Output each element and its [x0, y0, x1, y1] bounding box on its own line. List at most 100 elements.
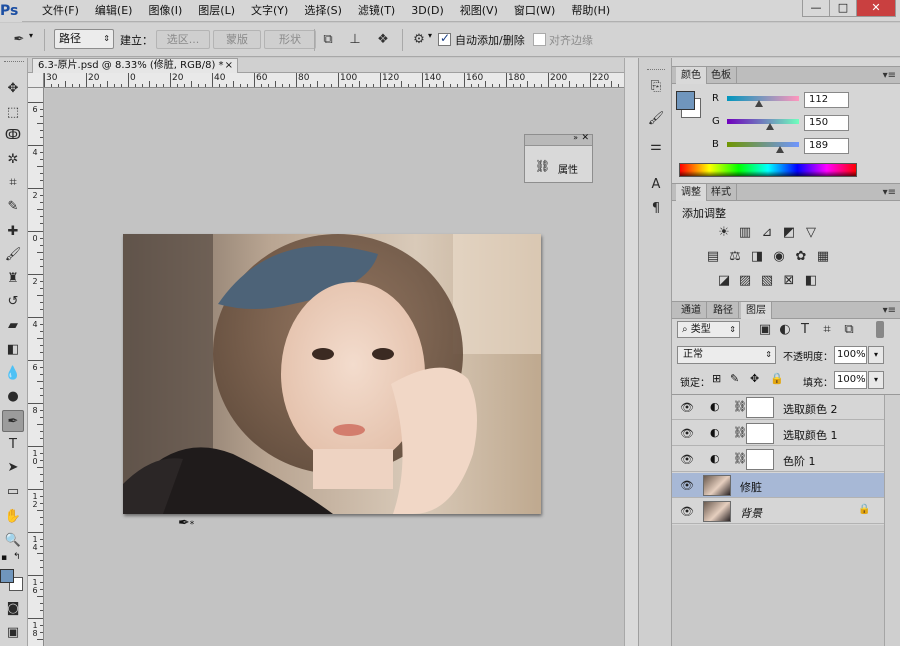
layer-mask-thumbnail[interactable] — [746, 397, 774, 418]
hand-tool-icon[interactable]: ✋ — [2, 506, 24, 528]
fill-input[interactable]: 100% — [834, 371, 867, 389]
vertical-ruler[interactable]: 6 4 2 0 2 4 6 8 10 12 14 16 18 — [28, 88, 44, 646]
paragraph-panel-icon[interactable]: ¶ — [647, 200, 665, 218]
layer-name[interactable]: 选取颜色 2 — [783, 401, 838, 417]
layer-name[interactable]: 选取颜色 1 — [783, 427, 838, 443]
eye-icon[interactable]: 👁 — [680, 453, 694, 466]
chain-link-icon[interactable]: ⛓ — [733, 426, 747, 439]
chevron-down-icon[interactable]: ▾ — [428, 31, 432, 40]
green-slider-track[interactable] — [727, 119, 799, 124]
selective-color-icon[interactable]: ⊠ — [780, 272, 798, 290]
photo-filter-icon[interactable]: ◉ — [770, 248, 788, 266]
eyedropper-tool-icon[interactable]: ✎ — [2, 196, 24, 218]
history-brush-tool-icon[interactable]: ↺ — [2, 291, 24, 313]
character-panel-icon[interactable]: A — [647, 176, 665, 194]
blend-mode-select[interactable]: 正常 ⇕ — [677, 346, 776, 364]
pen-mode-select[interactable]: 路径 ⇕ — [54, 29, 114, 49]
eye-icon[interactable]: 👁 — [680, 427, 694, 440]
color-lookup-icon[interactable]: ▦ — [814, 248, 832, 266]
lasso-tool-icon[interactable]: ↂ — [2, 125, 24, 147]
lock-position-icon[interactable]: ✥ — [750, 372, 759, 385]
marquee-tool-icon[interactable]: ⬚ — [2, 102, 24, 124]
collapse-icon[interactable]: » — [573, 133, 578, 142]
rectangle-tool-icon[interactable]: ▭ — [2, 481, 24, 503]
vertical-scrollbar[interactable] — [624, 58, 638, 646]
lock-pixels-icon[interactable]: ✎ — [730, 372, 739, 385]
tab-layers[interactable]: 图层 — [741, 302, 772, 319]
filter-shape-icon[interactable]: ⌗ — [818, 321, 836, 339]
pen-tool-icon[interactable]: ✒ — [2, 410, 24, 432]
red-slider-thumb[interactable] — [755, 100, 763, 107]
menu-filter[interactable]: 滤镜(T) — [350, 0, 403, 22]
layer-mask-thumbnail[interactable] — [746, 423, 774, 444]
layer-name[interactable]: 背景 — [740, 505, 762, 521]
panel-menu-icon[interactable]: ▾≡ — [883, 184, 896, 201]
layers-empty-area[interactable] — [672, 525, 884, 646]
default-colors-icon[interactable]: ▪ — [1, 553, 7, 563]
properties-panel-header[interactable]: » ✕ — [525, 133, 592, 146]
zoom-tool-icon[interactable]: 🔍 — [2, 530, 24, 552]
tab-swatches[interactable]: 色板 — [706, 67, 737, 84]
opacity-input[interactable]: 100% — [834, 346, 867, 364]
chevron-down-icon[interactable]: ▾ — [29, 31, 33, 40]
screen-mode-icon[interactable]: ▣ — [2, 622, 24, 644]
threshold-icon[interactable]: ▧ — [758, 272, 776, 290]
menu-type[interactable]: 文字(Y) — [243, 0, 296, 22]
horizontal-ruler[interactable]: 30 20 0 20 40 60 80 100 120 140 160 180 200 220 — [44, 73, 624, 88]
tool-presets-icon[interactable]: ⚌ — [647, 138, 665, 156]
hue-saturation-icon[interactable]: ▤ — [704, 248, 722, 266]
blue-value-input[interactable]: 189 — [804, 138, 849, 154]
green-slider-thumb[interactable] — [766, 123, 774, 130]
panel-menu-icon[interactable]: ▾≡ — [883, 67, 896, 84]
eraser-tool-icon[interactable]: ▰ — [2, 315, 24, 337]
layer-thumbnail[interactable] — [703, 475, 731, 496]
menu-layer[interactable]: 图层(L) — [190, 0, 243, 22]
tab-paths[interactable]: 路径 — [708, 302, 739, 319]
eye-icon[interactable]: 👁 — [680, 401, 694, 414]
gradient-map-icon[interactable]: ◧ — [802, 272, 820, 290]
invert-icon[interactable]: ◪ — [715, 272, 733, 290]
exposure-icon[interactable]: ◩ — [780, 224, 798, 242]
foreground-color-swatch[interactable] — [0, 569, 14, 583]
close-button[interactable]: ✕ — [856, 0, 896, 17]
close-icon[interactable]: ✕ — [581, 133, 589, 143]
menu-3d[interactable]: 3D(D) — [403, 0, 452, 22]
eye-icon[interactable]: 👁 — [680, 505, 694, 518]
red-value-input[interactable]: 112 — [804, 92, 849, 108]
tab-styles[interactable]: 样式 — [706, 184, 737, 201]
menu-select[interactable]: 选择(S) — [296, 0, 350, 22]
chain-link-icon[interactable]: ⛓ — [733, 400, 747, 413]
blur-tool-icon[interactable]: 💧 — [2, 363, 24, 385]
eye-icon[interactable]: 👁 — [680, 479, 694, 492]
document-image[interactable] — [123, 234, 541, 514]
levels-icon[interactable]: ▥ — [736, 224, 754, 242]
green-value-input[interactable]: 150 — [804, 115, 849, 131]
filter-toggle[interactable] — [876, 321, 884, 338]
crop-tool-icon[interactable]: ⌗ — [2, 172, 24, 194]
curves-icon[interactable]: ⊿ — [758, 224, 776, 242]
foreground-color-swatch[interactable] — [676, 91, 695, 110]
clone-stamp-tool-icon[interactable]: ♜ — [2, 268, 24, 290]
make-selection-button[interactable]: 选区... — [156, 30, 210, 49]
panel-grip[interactable] — [647, 69, 665, 72]
make-mask-button[interactable]: 蒙版 — [213, 30, 261, 49]
maximize-button[interactable]: □ — [829, 0, 857, 17]
properties-panel[interactable]: » ✕ ⛓ 属性 — [524, 133, 593, 183]
layer-name[interactable]: 修脏 — [740, 479, 762, 495]
filter-adjustment-icon[interactable]: ◐ — [776, 321, 794, 339]
color-spectrum-ramp[interactable] — [679, 163, 857, 177]
move-tool-icon[interactable]: ✥ — [2, 78, 24, 100]
brush-presets-icon[interactable]: 🖌 — [647, 110, 665, 128]
make-shape-button[interactable]: 形状 — [264, 30, 316, 49]
ruler-origin[interactable] — [28, 73, 44, 88]
menu-view[interactable]: 视图(V) — [452, 0, 506, 22]
layer-filter-select[interactable]: ⌕ 类型 ⇕ — [677, 321, 740, 338]
red-slider-track[interactable] — [727, 96, 799, 101]
type-tool-icon[interactable]: T — [2, 434, 24, 456]
gear-icon[interactable]: ⚙ — [410, 31, 428, 49]
spot-healing-tool-icon[interactable]: ✚ — [2, 221, 24, 243]
history-panel-icon[interactable]: ⎘ — [647, 78, 665, 96]
layer-row-cleanup[interactable]: 👁 修脏 — [672, 473, 884, 498]
chevron-down-icon[interactable]: ▾ — [868, 346, 884, 364]
document-tab[interactable]: 6.3-原片.psd @ 8.33% (修脏, RGB/8) * × — [32, 58, 238, 73]
